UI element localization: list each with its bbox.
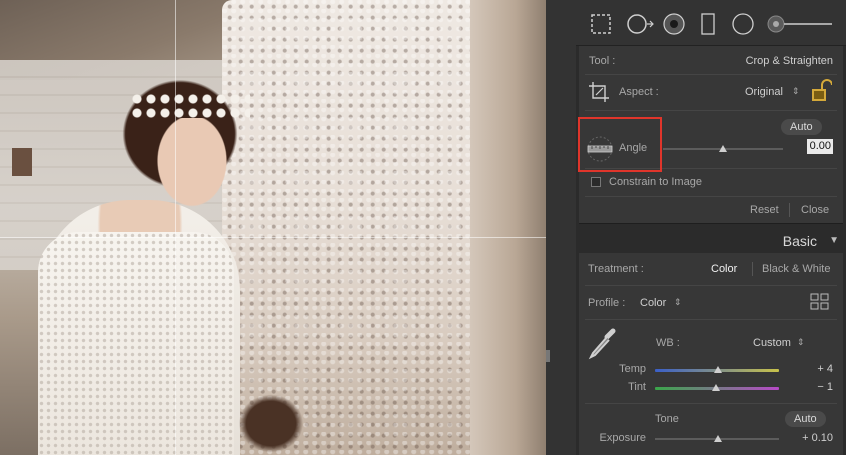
divider	[585, 285, 837, 286]
basic-panel: Treatment : Color Black & White Profile …	[579, 253, 843, 455]
wb-eyedropper-icon[interactable]	[587, 327, 617, 361]
lock-icon[interactable]	[810, 79, 833, 103]
constrain-label: Constrain to Image	[609, 176, 702, 188]
constrain-row: Constrain to Image	[579, 172, 843, 194]
profile-row: Profile : Color ⇕	[579, 291, 843, 315]
photo-subject-dress	[38, 232, 234, 455]
basic-title: Basic	[782, 233, 817, 249]
temp-label: Temp	[619, 363, 646, 375]
crop-frame-icon[interactable]	[587, 80, 611, 104]
adjustment-brush-icon[interactable]	[766, 12, 836, 36]
basic-section-header[interactable]: Basic ▼	[579, 229, 843, 253]
treatment-row: Treatment : Color Black & White	[579, 259, 843, 279]
temp-value[interactable]: + 4	[817, 363, 833, 375]
angle-value-field[interactable]: 0.00	[807, 139, 833, 154]
profile-browser-icon[interactable]	[810, 293, 830, 311]
profile-value[interactable]: Color	[640, 297, 666, 309]
divider	[585, 110, 837, 111]
tone-auto-button[interactable]: Auto	[785, 411, 826, 427]
divider	[585, 74, 837, 75]
temp-slider-thumb[interactable]	[714, 366, 723, 373]
radial-filter-icon[interactable]	[731, 12, 755, 36]
tool-label: Tool :	[589, 55, 616, 67]
develop-right-panel: Tool : Crop & Straighten Aspect : Origin…	[576, 0, 846, 455]
crop-grid-line-vertical	[175, 0, 176, 455]
spot-removal-icon[interactable]	[626, 12, 656, 36]
photo-subject-face	[152, 118, 232, 213]
reset-button[interactable]: Reset	[750, 204, 779, 216]
crop-overlay-icon[interactable]	[589, 12, 613, 36]
tone-label: Tone	[655, 413, 679, 425]
tool-strip	[576, 0, 846, 46]
exposure-label: Exposure	[599, 432, 646, 444]
graduated-filter-icon[interactable]	[696, 12, 720, 36]
treatment-bw-option[interactable]: Black & White	[762, 263, 830, 275]
red-eye-icon[interactable]	[662, 12, 686, 36]
crop-grid-line-horizontal	[0, 237, 546, 238]
collapse-triangle-icon[interactable]: ▼	[829, 235, 839, 246]
aspect-label: Aspect :	[619, 86, 659, 98]
tool-row: Tool : Crop & Straighten	[579, 50, 843, 72]
treatment-color-option[interactable]: Color	[711, 263, 737, 275]
angle-highlight-box	[578, 117, 662, 172]
divider	[585, 196, 837, 197]
crop-footer: Reset Close	[579, 200, 843, 222]
close-button[interactable]: Close	[801, 204, 829, 216]
treatment-label: Treatment :	[588, 263, 644, 275]
wb-value[interactable]: Custom	[753, 337, 791, 349]
panel-collapse-handle[interactable]	[546, 350, 550, 362]
tint-slider-thumb[interactable]	[711, 384, 720, 391]
photo-window	[12, 148, 32, 176]
angle-slider-thumb[interactable]	[719, 145, 727, 152]
tint-value[interactable]: − 1	[817, 381, 833, 393]
divider	[585, 403, 837, 404]
divider	[585, 319, 837, 320]
divider	[789, 203, 790, 217]
exposure-value[interactable]: + 0.10	[802, 432, 833, 444]
constrain-checkbox[interactable]	[591, 177, 601, 187]
photo-canvas[interactable]	[0, 0, 546, 455]
wb-dropdown-icon[interactable]: ⇕	[797, 337, 805, 348]
aspect-value[interactable]: Original	[745, 86, 783, 98]
panel-divider[interactable]	[546, 0, 576, 455]
wb-label: WB :	[656, 337, 680, 349]
divider	[752, 262, 753, 276]
exposure-slider-thumb[interactable]	[714, 435, 723, 442]
photo-foliage	[236, 392, 306, 455]
tool-value: Crop & Straighten	[745, 55, 833, 67]
tint-label: Tint	[628, 381, 646, 393]
angle-auto-button[interactable]: Auto	[781, 119, 822, 135]
photo-flower-crown	[130, 92, 250, 120]
aspect-dropdown-icon[interactable]: ⇕	[792, 86, 800, 97]
profile-dropdown-icon[interactable]: ⇕	[674, 297, 682, 308]
profile-label: Profile :	[588, 297, 626, 309]
photo-lace-shadow	[470, 0, 546, 455]
aspect-row: Aspect : Original ⇕	[579, 76, 843, 108]
